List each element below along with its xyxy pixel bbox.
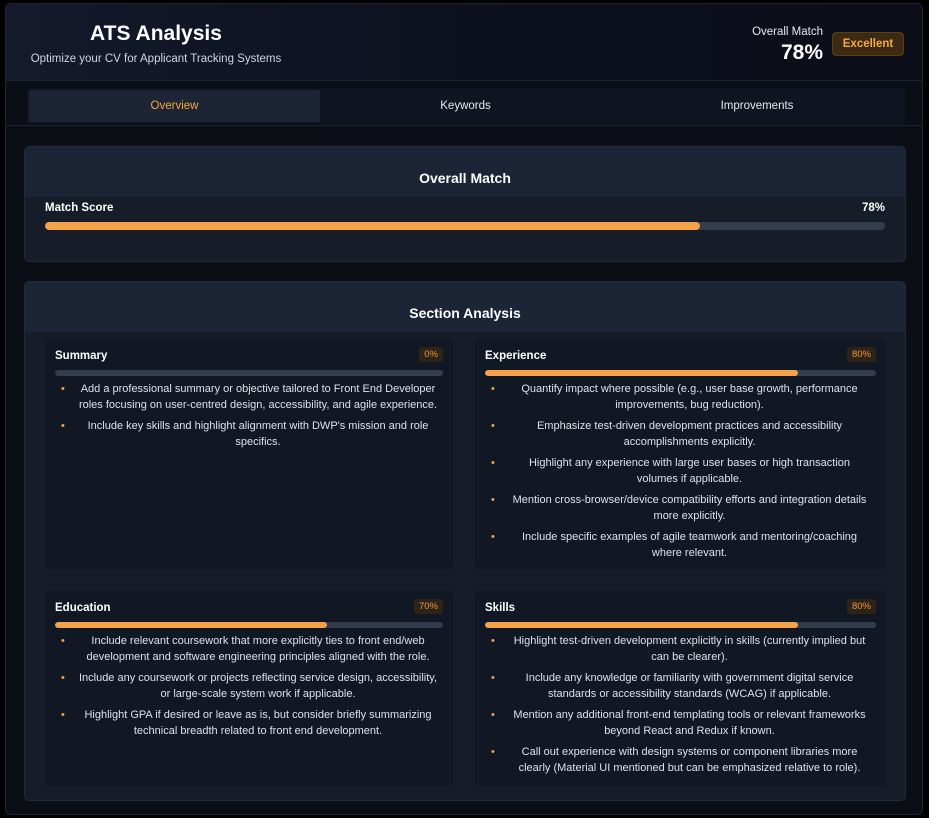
section-progress-fill <box>485 370 798 376</box>
section-summary: Summary 0% Add a professional summary or… <box>45 339 453 569</box>
suggestion-item: Highlight any experience with large user… <box>489 455 876 487</box>
suggestion-list: Quantify impact where possible (e.g., us… <box>489 381 876 566</box>
overall-match-card: Overall Match Match Score 78% <box>24 146 906 262</box>
page-subtitle: Optimize your CV for Applicant Tracking … <box>30 53 282 65</box>
rating-badge: Excellent <box>832 32 904 56</box>
tab-keywords[interactable]: Keywords <box>320 90 611 122</box>
section-progress-track <box>55 370 443 376</box>
section-skills: Skills 80% Highlight test-driven develop… <box>475 591 886 786</box>
suggestion-item: Call out experience with design systems … <box>489 744 876 776</box>
suggestion-item: Emphasize test-driven development practi… <box>489 418 876 450</box>
suggestion-item: Add a professional summary or objective … <box>59 381 443 413</box>
suggestion-item: Highlight test-driven development explic… <box>489 633 876 665</box>
section-analysis-card-header: Section Analysis <box>25 282 905 332</box>
section-name: Experience <box>485 350 547 362</box>
section-progress-fill <box>55 622 327 628</box>
tab-overview[interactable]: Overview <box>29 90 320 122</box>
section-name: Summary <box>55 350 108 362</box>
suggestion-item: Mention cross-browser/device compatibili… <box>489 492 876 524</box>
overall-match-label: Overall Match <box>752 26 823 38</box>
match-score-label: Match Score <box>45 202 114 214</box>
tab-bar: Overview Keywords Improvements <box>27 88 905 124</box>
suggestion-item: Include specific examples of agile teamw… <box>489 529 876 561</box>
section-analysis-card: Section Analysis Summary 0% Add a profes… <box>24 281 906 801</box>
suggestion-item: Include any coursework or projects refle… <box>59 670 443 702</box>
section-analysis-title: Section Analysis <box>409 305 521 321</box>
suggestion-item: Quantify impact where possible (e.g., us… <box>489 381 876 413</box>
section-percent-badge: 80% <box>846 599 876 614</box>
section-progress-track <box>485 370 876 376</box>
tab-improvements[interactable]: Improvements <box>611 90 903 122</box>
section-percent-badge: 70% <box>413 599 443 614</box>
suggestion-item: Include relevant coursework that more ex… <box>59 633 443 665</box>
match-score-value: 78% <box>861 202 885 214</box>
section-progress-fill <box>485 622 798 628</box>
section-name: Education <box>55 602 111 614</box>
suggestion-list: Include relevant coursework that more ex… <box>59 633 443 744</box>
section-name: Skills <box>485 602 516 614</box>
suggestion-item: Include any knowledge or familiarity wit… <box>489 670 876 702</box>
overall-match-card-header: Overall Match <box>25 147 905 197</box>
match-score-fill <box>45 222 701 230</box>
suggestion-item: Include key skills and highlight alignme… <box>59 418 443 450</box>
suggestion-item: Mention any additional front-end templat… <box>489 707 876 739</box>
overall-match-value: 78% <box>780 41 823 64</box>
ats-analysis-window: ATS Analysis Optimize your CV for Applic… <box>5 3 923 815</box>
section-education: Education 70% Include relevant coursewor… <box>45 591 453 786</box>
match-score-track <box>45 222 885 230</box>
overall-match-title: Overall Match <box>419 170 511 186</box>
suggestion-list: Add a professional summary or objective … <box>59 381 443 455</box>
suggestion-list: Highlight test-driven development explic… <box>489 633 876 781</box>
section-progress-track <box>55 622 443 628</box>
section-progress-track <box>485 622 876 628</box>
section-percent-badge: 0% <box>419 347 443 362</box>
suggestion-item: Highlight GPA if desired or leave as is,… <box>59 707 443 739</box>
section-experience: Experience 80% Quantify impact where pos… <box>475 339 886 569</box>
tab-divider <box>6 125 922 126</box>
page-title: ATS Analysis <box>90 22 222 45</box>
section-percent-badge: 80% <box>846 347 876 362</box>
header: ATS Analysis Optimize your CV for Applic… <box>6 4 922 81</box>
